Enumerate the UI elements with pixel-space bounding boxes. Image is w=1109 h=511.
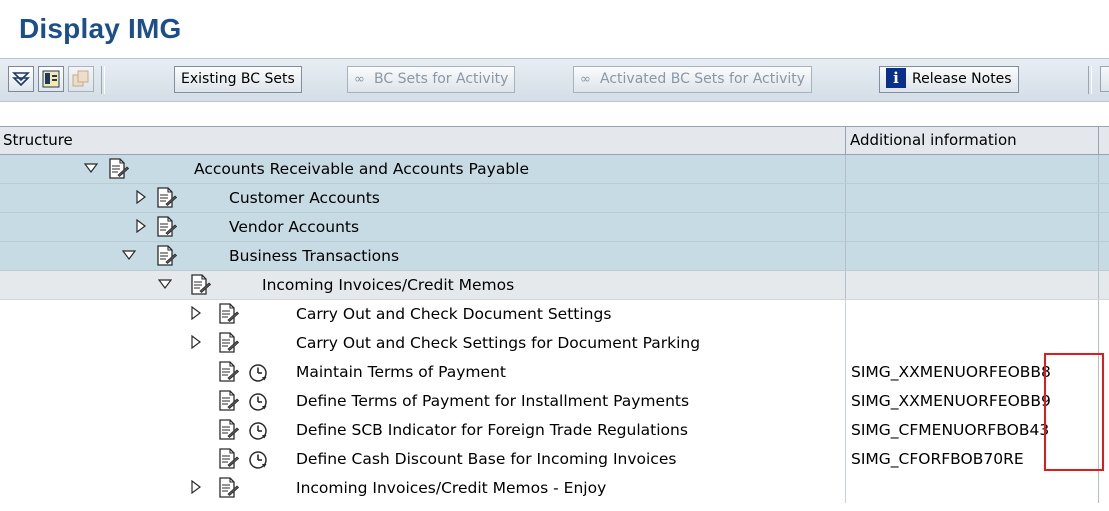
tree-node-label[interactable]: Carry Out and Check Settings for Documen… xyxy=(296,334,700,352)
copy-icon[interactable] xyxy=(68,66,94,92)
documentation-icon[interactable] xyxy=(217,390,240,412)
column-divider xyxy=(1098,474,1099,503)
tree-node-label[interactable]: Define Cash Discount Base for Incoming I… xyxy=(296,450,676,468)
tree-row[interactable]: Incoming Invoices/Credit Memos xyxy=(0,271,1109,300)
collapse-node-icon[interactable] xyxy=(157,277,173,291)
expand-node-icon[interactable] xyxy=(134,218,148,234)
additional-info-cell: SIMG_XXMENUORFEOBB8 xyxy=(851,363,1051,381)
column-divider xyxy=(845,242,846,270)
activated-bc-sets-button[interactable]: ∞ Activated BC Sets for Activity xyxy=(573,66,813,93)
bc-set-icon: ∞ xyxy=(580,72,591,87)
tree-node-label[interactable]: Incoming Invoices/Credit Memos xyxy=(262,276,514,294)
title-bar: Display IMG xyxy=(0,0,1109,54)
tree-node-label[interactable]: Carry Out and Check Document Settings xyxy=(296,305,611,323)
additional-info-cell: SIMG_XXMENUORFEOBB9 xyxy=(851,392,1051,410)
column-divider xyxy=(845,416,846,445)
tree-row[interactable]: Maintain Terms of Payment SIMG_XXMENUORFE… xyxy=(0,358,1109,387)
release-notes-button[interactable]: i Release Notes xyxy=(879,66,1019,93)
tree-row[interactable]: Define Terms of Payment for Installment … xyxy=(0,387,1109,416)
documentation-icon[interactable] xyxy=(217,477,240,499)
bc-sets-for-activity-button[interactable]: ∞ BC Sets for Activity xyxy=(347,66,516,93)
bc-sets-for-activity-label: BC Sets for Activity xyxy=(374,71,509,87)
expand-subtree-icon[interactable] xyxy=(8,66,34,92)
column-divider xyxy=(845,329,846,358)
execute-activity-icon[interactable] xyxy=(248,421,268,441)
documentation-icon[interactable] xyxy=(217,332,240,354)
tree-node-label[interactable]: Business Transactions xyxy=(229,247,399,265)
column-divider xyxy=(845,474,846,503)
application-toolbar: Existing BC Sets ∞ BC Sets for Activity ∞… xyxy=(0,58,1109,102)
bc-set-icon: ∞ xyxy=(354,72,365,87)
tree-row[interactable]: Define SCB Indicator for Foreign Trade R… xyxy=(0,416,1109,445)
tree-row[interactable]: Incoming Invoices/Credit Memos - Enjoy xyxy=(0,474,1109,503)
column-divider xyxy=(845,300,846,329)
column-divider xyxy=(1098,155,1099,183)
additional-info-cell: SIMG_CFMENUORFBOB43 xyxy=(851,421,1050,439)
column-divider xyxy=(1098,213,1099,241)
column-header-additional-info[interactable]: Additional information xyxy=(850,131,1017,149)
column-header-structure[interactable]: Structure xyxy=(3,131,73,149)
column-divider xyxy=(1098,300,1099,329)
expand-node-icon[interactable] xyxy=(189,305,203,321)
tree-node-label[interactable]: Incoming Invoices/Credit Memos - Enjoy xyxy=(296,479,606,497)
tree-node-label[interactable]: Define SCB Indicator for Foreign Trade R… xyxy=(296,421,688,439)
tree-node-label[interactable]: Maintain Terms of Payment xyxy=(296,363,506,381)
release-notes-label: Release Notes xyxy=(912,71,1012,87)
additional-info-cell: SIMG_CFORFBOB70RE xyxy=(851,450,1024,468)
documentation-icon[interactable] xyxy=(155,216,178,238)
existing-bc-sets-button[interactable]: Existing BC Sets xyxy=(174,66,302,93)
documentation-icon[interactable] xyxy=(155,187,178,209)
tree-row[interactable]: Customer Accounts xyxy=(0,184,1109,213)
documentation-icon[interactable] xyxy=(217,303,240,325)
tree-row[interactable]: Business Transactions xyxy=(0,242,1109,271)
column-divider xyxy=(845,358,846,387)
img-tree: Accounts Receivable and Accounts Payable… xyxy=(0,155,1109,503)
documentation-icon[interactable] xyxy=(217,361,240,383)
tree-node-label[interactable]: Customer Accounts xyxy=(229,189,380,207)
collapse-node-icon[interactable] xyxy=(121,248,137,262)
info-icon: i xyxy=(886,67,906,88)
collapse-node-icon[interactable] xyxy=(83,161,99,175)
expand-node-icon[interactable] xyxy=(189,479,203,495)
tree-node-label[interactable]: Accounts Receivable and Accounts Payable xyxy=(194,160,529,178)
column-divider xyxy=(1098,271,1099,299)
execute-activity-icon[interactable] xyxy=(248,392,268,412)
execute-activity-icon[interactable] xyxy=(248,363,268,383)
existing-bc-sets-label: Existing BC Sets xyxy=(181,71,295,87)
page-title: Display IMG xyxy=(19,13,182,44)
column-divider xyxy=(845,213,846,241)
column-divider xyxy=(1098,242,1099,270)
toolbar-separator xyxy=(1088,66,1092,94)
documentation-icon[interactable] xyxy=(217,419,240,441)
column-divider xyxy=(1098,184,1099,212)
column-divider xyxy=(845,184,846,212)
highlight-box xyxy=(1044,353,1104,471)
column-divider[interactable] xyxy=(1098,127,1099,154)
tree-row[interactable]: Carry Out and Check Document Settings xyxy=(0,300,1109,329)
documentation-icon[interactable] xyxy=(189,274,212,296)
column-divider xyxy=(845,155,846,183)
toolbar-separator xyxy=(101,66,105,94)
documentation-icon[interactable] xyxy=(155,245,178,267)
column-divider xyxy=(845,387,846,416)
column-divider[interactable] xyxy=(845,127,846,154)
documentation-icon[interactable] xyxy=(217,448,240,470)
tree-row[interactable]: Accounts Receivable and Accounts Payable xyxy=(0,155,1109,184)
tree-row[interactable]: Carry Out and Check Settings for Documen… xyxy=(0,329,1109,358)
tree-node-label[interactable]: Define Terms of Payment for Installment … xyxy=(296,392,689,410)
more-toolbar-icon[interactable] xyxy=(1100,66,1109,92)
tree-node-label[interactable]: Vendor Accounts xyxy=(229,218,359,236)
documentation-icon[interactable] xyxy=(107,158,130,180)
column-divider xyxy=(845,271,846,299)
column-divider xyxy=(845,445,846,474)
activated-bc-sets-label: Activated BC Sets for Activity xyxy=(600,71,806,87)
tree-row[interactable]: Define Cash Discount Base for Incoming I… xyxy=(0,445,1109,474)
find-icon[interactable] xyxy=(38,66,64,92)
tree-row[interactable]: Vendor Accounts xyxy=(0,213,1109,242)
expand-node-icon[interactable] xyxy=(134,189,148,205)
expand-node-icon[interactable] xyxy=(189,334,203,350)
table-header: Structure Additional information xyxy=(0,126,1109,155)
execute-activity-icon[interactable] xyxy=(248,450,268,470)
